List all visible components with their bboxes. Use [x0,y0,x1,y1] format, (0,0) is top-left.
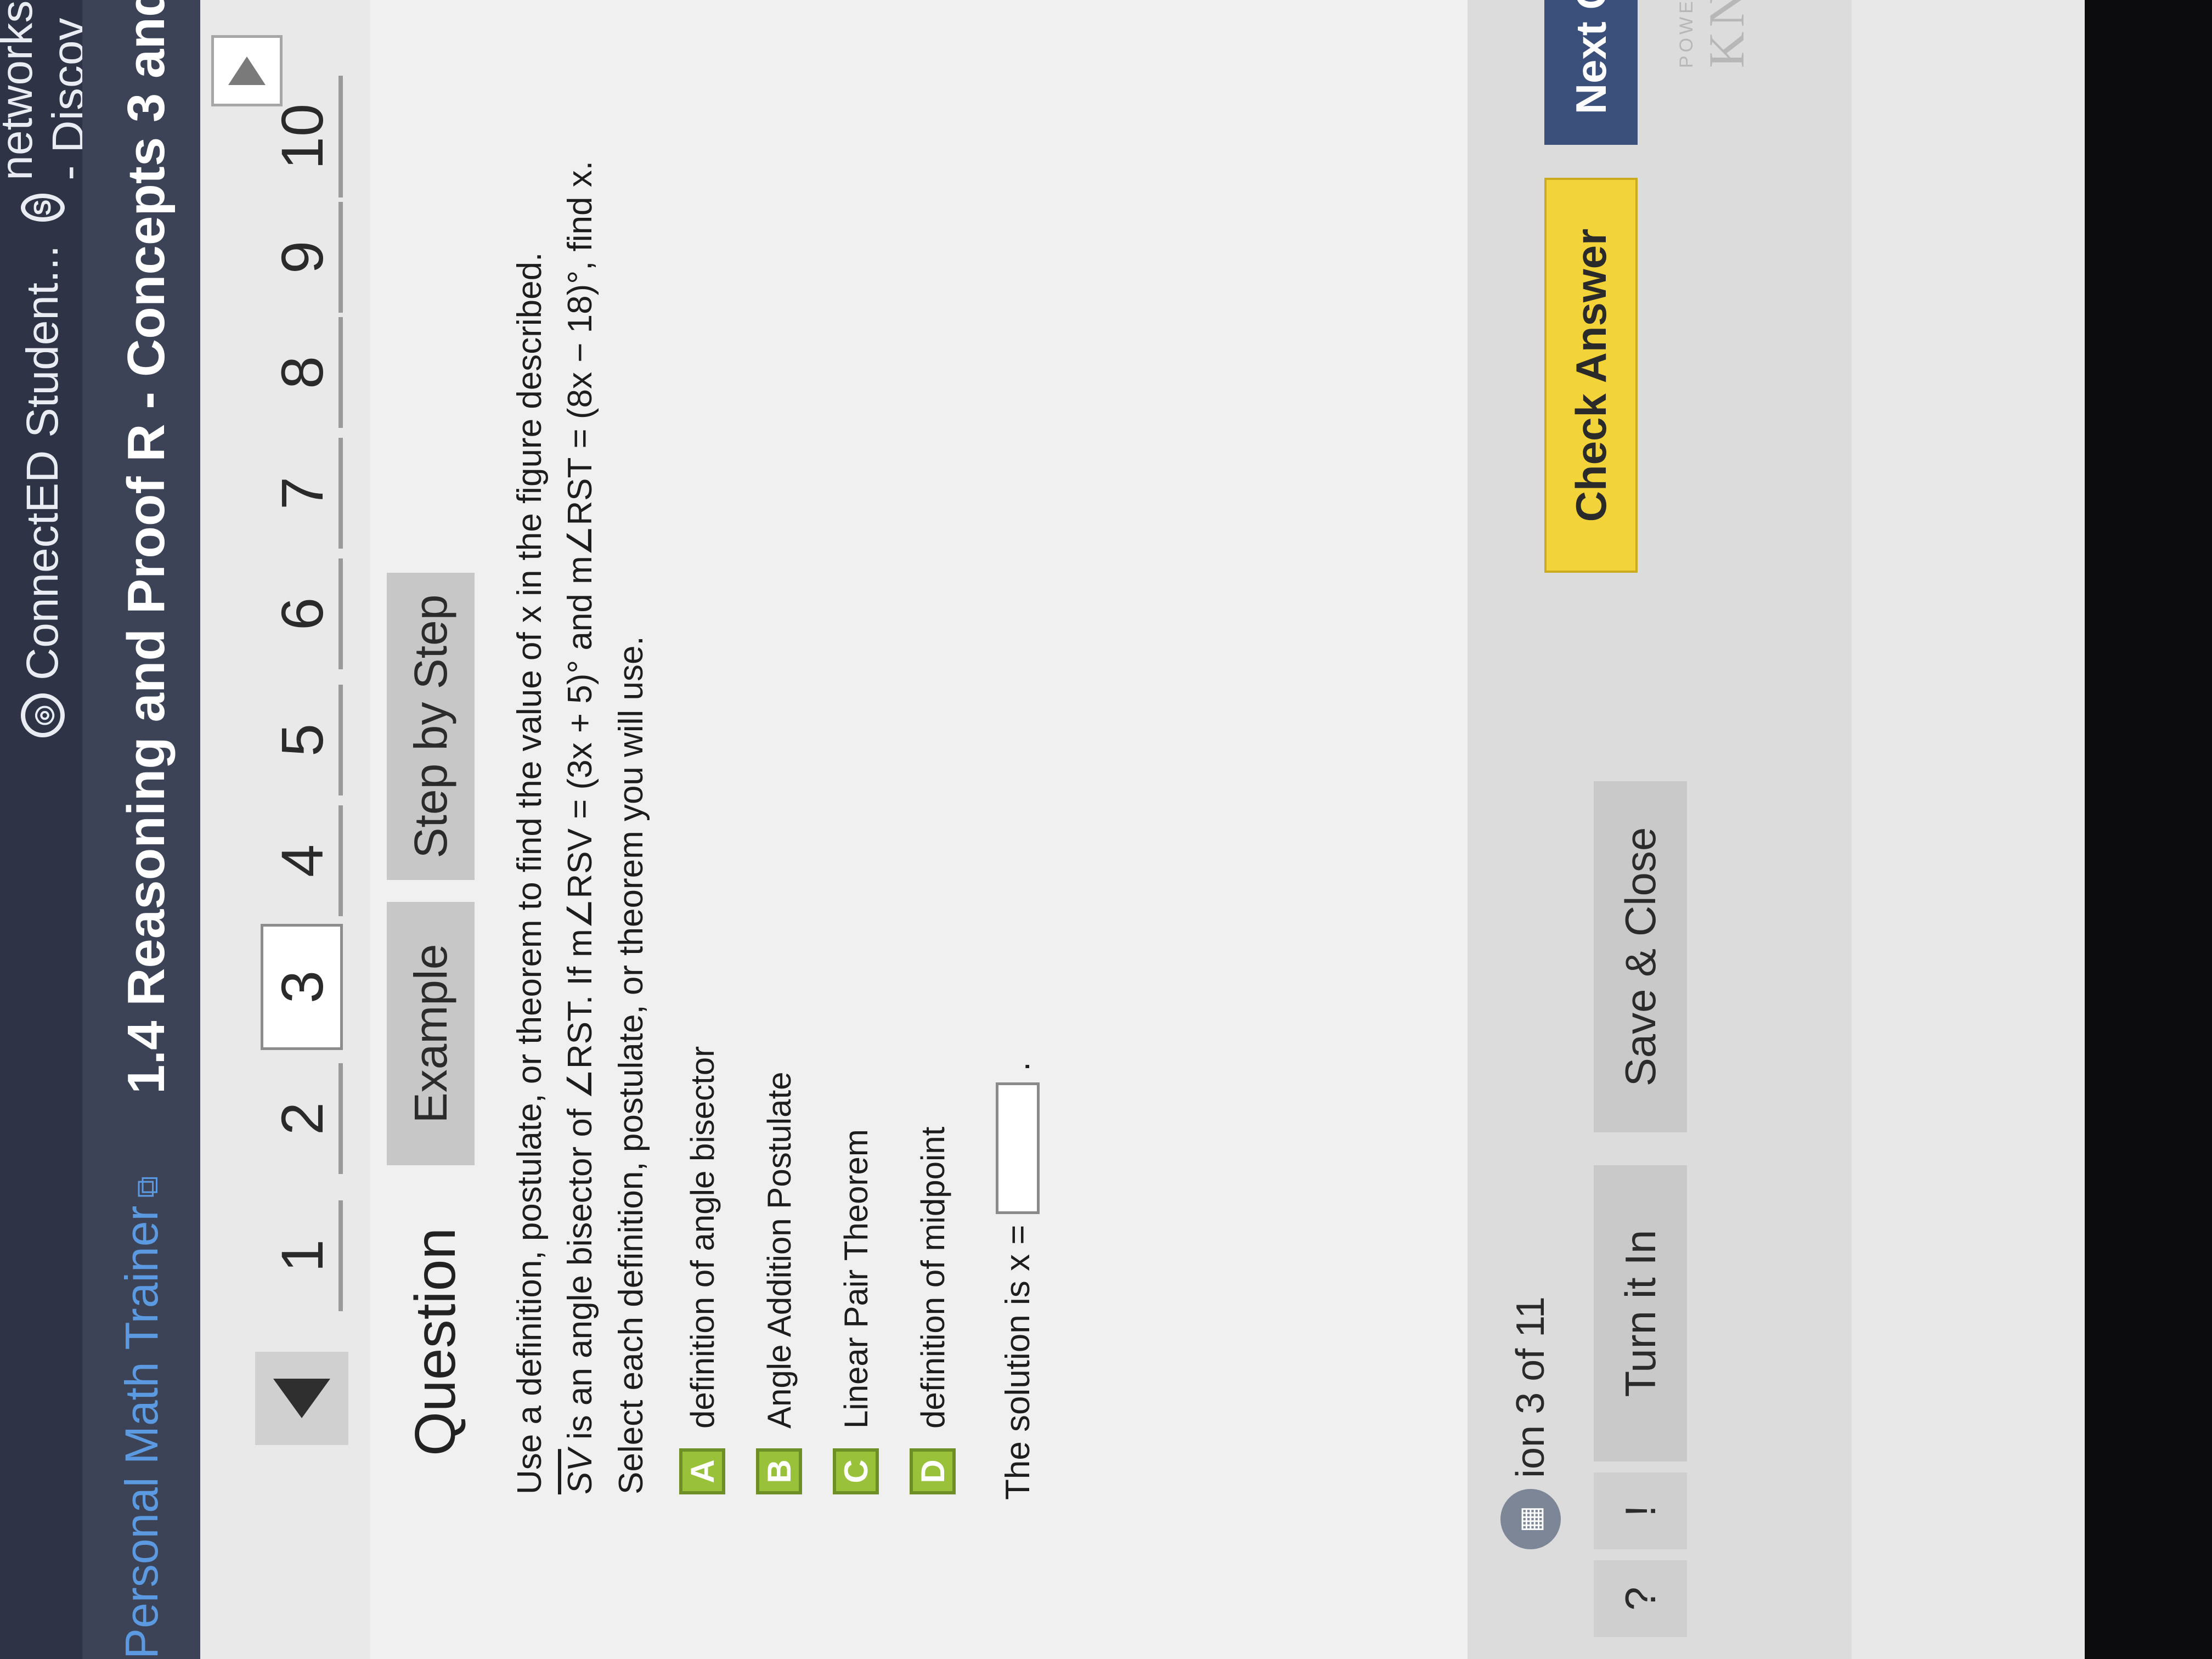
screen: ◎ ConnectED Student... S networks - Disc… [0,0,2085,1659]
question-counter: ▦ ion 3 of 11 [1500,1296,1561,1549]
solution-suffix: . [998,1062,1037,1071]
question-counter-text: ion 3 of 11 [1509,1296,1553,1478]
help-button[interactable]: ? [1594,1560,1687,1637]
lesson-title: 1.4 Reasoning and Proof R - Concepts 3 a… [117,0,176,1094]
question-panel: Question Example Step by Step Use a defi… [370,0,1468,1659]
answer-input[interactable] [996,1082,1040,1214]
segment-name: SV [561,1449,599,1494]
app-title[interactable]: Personal Math Trainer ⧉ [115,1176,168,1659]
option-letter: D [910,1448,956,1494]
option-letter: C [833,1448,879,1494]
option-b[interactable]: B Angle Addition Postulate [754,1072,804,1494]
option-c[interactable]: C Linear Pair Theorem [831,1129,881,1494]
previous-button[interactable] [255,1352,348,1445]
check-answer-button[interactable]: Check Answer [1544,178,1638,573]
solution-line: The solution is x = . [996,1062,1040,1500]
play-triangle-icon [228,57,266,85]
question-number-nav: 1 2 3 4 5 6 7 8 9 10 [200,0,370,1659]
browser-tab-bar: ◎ ConnectED Student... S networks - Disc… [0,0,93,1659]
option-text: definition of angle bisector [684,1046,721,1429]
question-number-5[interactable]: 5 [261,677,343,803]
app-header: Personal Math Trainer ⧉ 1.4 Reasoning and… [82,0,200,1659]
footer-bar: ▦ ion 3 of 11 ? ! Turn it In Save & Clos… [1468,0,1852,1659]
instruction-text: Use a definition, postulate, or theorem … [511,252,549,1494]
option-letter: B [756,1448,802,1494]
next-question-button[interactable]: Next Question [1544,0,1638,145]
question-number-2[interactable]: 2 [261,1056,343,1182]
external-link-icon: ⧉ [129,1176,164,1198]
option-text: Angle Addition Postulate [760,1071,798,1429]
question-number-4[interactable]: 4 [261,798,343,924]
option-text: definition of midpoint [914,1126,951,1429]
flag-button[interactable]: ! [1594,1472,1687,1549]
option-d[interactable]: D definition of midpoint [908,1127,957,1494]
turn-in-button[interactable]: Turn it In [1594,1165,1687,1462]
given-text: SV is an angle bisector of ∠RST. If m∠RS… [560,161,600,1494]
powered-by-text: POWERED BY [1676,0,1697,68]
option-text: Linear Pair Theorem [837,1129,874,1429]
browser-tab-connected[interactable]: ◎ ConnectED Student... [15,245,70,737]
given-statement: is an angle bisector of ∠RST. If m∠RSV =… [561,161,599,1449]
browser-tab-label: ConnectED Student... [18,245,67,680]
question-label: Question [404,1227,467,1456]
app-title-text: Personal Math Trainer [116,1205,167,1659]
left-arrow-icon [273,1379,330,1418]
question-number-6[interactable]: 6 [261,551,343,677]
tab-example[interactable]: Example [387,902,475,1165]
calculator-icon[interactable]: ▦ [1500,1489,1561,1549]
solution-prefix: The solution is x = [998,1224,1037,1500]
save-close-button[interactable]: Save & Close [1594,781,1687,1132]
knewton-brand: KNEWTON [1697,0,1756,68]
option-a[interactable]: A definition of angle bisector [678,1046,727,1494]
select-instruction: Select each definition, postulate, or th… [612,636,650,1494]
networks-icon: S [21,193,65,222]
browser-tab-networks[interactable]: S networks - Discov [0,0,93,222]
connected-icon: ◎ [21,693,65,737]
tab-step-by-step[interactable]: Step by Step [387,573,475,880]
question-number-9[interactable]: 9 [261,194,343,320]
knewton-logo: POWERED BY KNEWTON [1676,0,1756,68]
question-number-3[interactable]: 3 [261,924,343,1050]
play-icon[interactable] [211,35,283,106]
question-number-1[interactable]: 1 [261,1193,343,1319]
question-number-8[interactable]: 8 [261,309,343,436]
browser-tab-label: networks - Discov [0,0,93,180]
question-number-7[interactable]: 7 [261,430,343,556]
option-letter: A [679,1448,725,1494]
